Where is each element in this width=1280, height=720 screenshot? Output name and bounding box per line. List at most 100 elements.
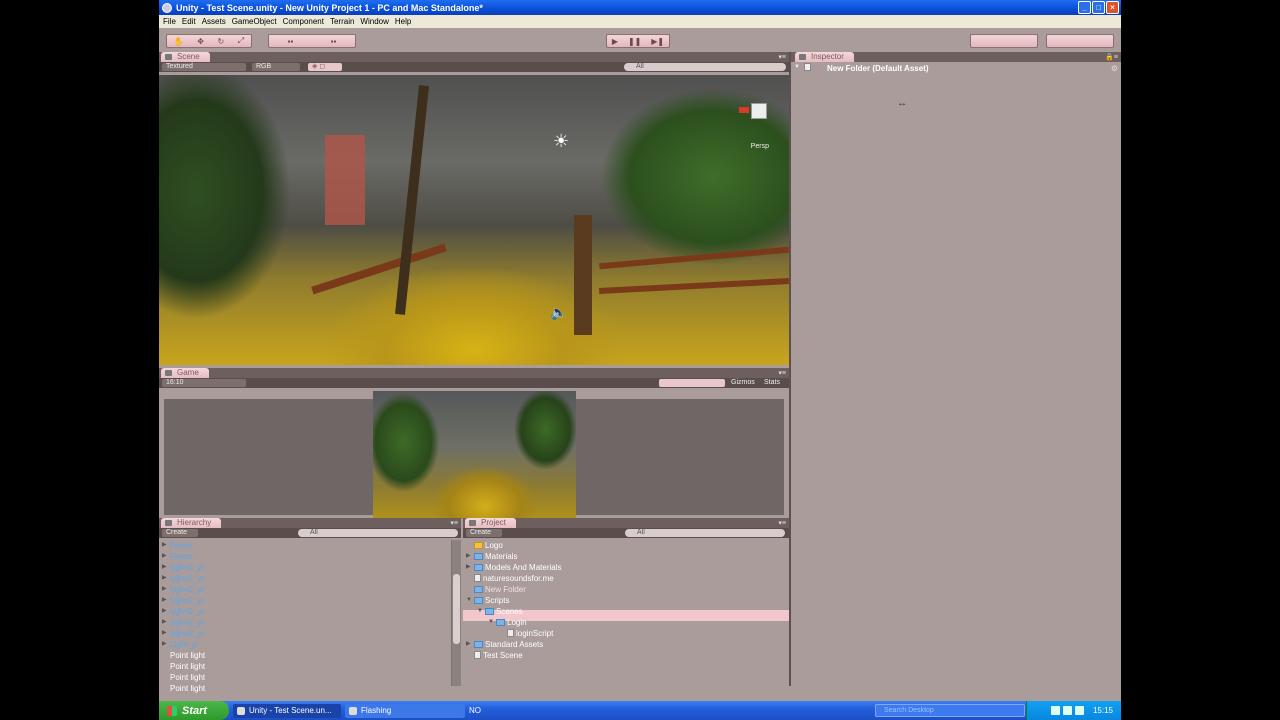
menu-edit[interactable]: Edit <box>182 17 196 26</box>
project-search-input[interactable]: All <box>625 529 785 537</box>
project-item[interactable]: loginScript <box>496 628 553 639</box>
projection-label[interactable]: Persp <box>751 143 769 150</box>
expand-arrow-icon[interactable]: ▶ <box>162 628 167 639</box>
desktop-search-input[interactable]: Search Desktop <box>875 704 1025 717</box>
render-mode-dropdown[interactable]: RGB <box>252 63 300 71</box>
project-item[interactable]: Logo <box>463 540 503 551</box>
expand-arrow-icon[interactable]: ▶ <box>466 562 471 573</box>
expand-arrow-icon[interactable]: ▶ <box>162 617 167 628</box>
expand-arrow-icon[interactable]: ▶ <box>162 573 167 584</box>
inspector-expand-icon[interactable]: ▼ <box>794 64 800 70</box>
scene-viewport[interactable]: ☀ 🔈 Persp <box>159 75 789 365</box>
project-item[interactable]: Test Scene <box>463 650 523 661</box>
inspector-lock-icon[interactable]: 🔒≡ <box>1105 53 1118 61</box>
tray-network-icon[interactable] <box>1050 706 1060 715</box>
step-icon[interactable]: ▶❚ <box>651 37 664 46</box>
hierarchy-scrollbar[interactable] <box>451 540 461 686</box>
project-item[interactable]: ▼ Login <box>485 617 527 628</box>
menu-assets[interactable]: Assets <box>202 17 226 26</box>
title-bar[interactable]: Unity - Test Scene.unity - New Unity Pro… <box>159 0 1121 15</box>
gizmo-x-axis-icon[interactable] <box>739 107 749 113</box>
expand-arrow-icon[interactable]: ▶ <box>162 551 167 562</box>
hierarchy-item[interactable]: Point light <box>159 672 205 683</box>
scene-panel-menu-icon[interactable]: ▾≡ <box>778 53 786 61</box>
menu-file[interactable]: File <box>163 17 176 26</box>
project-item[interactable]: New Folder <box>463 584 526 595</box>
menu-window[interactable]: Window <box>360 17 388 26</box>
language-indicator[interactable]: NO <box>469 706 481 715</box>
aspect-dropdown[interactable]: 16:10 <box>162 379 246 387</box>
gizmos-toggle[interactable]: Gizmos <box>731 379 755 386</box>
hierarchy-item[interactable]: ▶ Fence <box>159 551 192 562</box>
expand-arrow-icon[interactable]: ▶ <box>466 551 471 562</box>
menu-help[interactable]: Help <box>395 17 411 26</box>
menu-component[interactable]: Component <box>283 17 324 26</box>
hierarchy-item[interactable]: ▶ tyjjhn2_yr <box>159 562 204 573</box>
hierarchy-create-dropdown[interactable]: Create <box>162 529 198 537</box>
tab-hierarchy[interactable]: Hierarchy <box>161 518 222 528</box>
transform-tools[interactable]: ✋ ✥ ↻ ⤢ <box>166 34 252 48</box>
project-item[interactable]: ▼ Scripts <box>463 595 509 606</box>
hierarchy-item[interactable]: Point light <box>159 650 205 661</box>
menu-gameobject[interactable]: GameObject <box>232 17 277 26</box>
hierarchy-scroll-thumb[interactable] <box>453 574 460 644</box>
local-toggle[interactable]: ▪▪ <box>331 37 337 46</box>
hierarchy-item[interactable]: Point light <box>159 683 205 694</box>
taskbar-item-unity[interactable]: Unity - Test Scene.un... <box>233 703 341 718</box>
inspector-settings-gear-icon[interactable]: ⚙ <box>1111 64 1118 73</box>
menu-terrain[interactable]: Terrain <box>330 17 354 26</box>
minimize-button[interactable]: _ <box>1078 1 1091 14</box>
hierarchy-item[interactable]: ▶ tyjjhn2_yr <box>159 606 204 617</box>
project-item[interactable]: ▶ Standard Assets <box>463 639 543 650</box>
start-button[interactable]: Start <box>159 701 229 720</box>
expand-arrow-icon[interactable]: ▶ <box>162 606 167 617</box>
game-panel-menu-icon[interactable]: ▾≡ <box>778 369 786 377</box>
hierarchy-search-input[interactable]: All <box>298 529 458 537</box>
tab-project[interactable]: Project <box>465 518 516 528</box>
project-panel-menu-icon[interactable]: ▾≡ <box>778 519 786 527</box>
tab-game[interactable]: Game <box>161 368 209 378</box>
taskbar-item-flashing[interactable]: Flashing <box>345 703 465 718</box>
expand-arrow-icon[interactable]: ▼ <box>477 606 483 617</box>
hierarchy-item[interactable]: ▶ tyjjhn2_yr <box>159 617 204 628</box>
stats-toggle[interactable]: Stats <box>764 379 780 386</box>
hierarchy-item[interactable]: ▶ tyjjhn2_yr <box>159 573 204 584</box>
rotate-tool-icon[interactable]: ↻ <box>218 37 225 46</box>
project-item[interactable]: ▶ Materials <box>463 551 517 562</box>
layers-dropdown[interactable] <box>970 34 1038 48</box>
move-tool-icon[interactable]: ✥ <box>197 37 204 46</box>
pivot-toggle[interactable]: ▪▪ <box>288 37 294 46</box>
expand-arrow-icon[interactable]: ▶ <box>466 639 471 650</box>
expand-arrow-icon[interactable]: ▶ <box>162 540 167 551</box>
hierarchy-item[interactable]: Point light <box>159 661 205 672</box>
close-button[interactable]: × <box>1106 1 1119 14</box>
tray-volume-icon[interactable] <box>1062 706 1072 715</box>
scene-fx-toggle[interactable]: ◈ ◻ <box>308 63 342 71</box>
layout-dropdown[interactable] <box>1046 34 1114 48</box>
maximize-on-play-toggle[interactable] <box>659 379 725 387</box>
scene-gizmo-icon[interactable] <box>751 103 767 119</box>
maximize-button[interactable]: □ <box>1092 1 1105 14</box>
tray-security-icon[interactable] <box>1074 706 1084 715</box>
game-viewport[interactable] <box>373 391 576 519</box>
hierarchy-item[interactable]: ▶ Light_yr <box>159 639 198 650</box>
hierarchy-item[interactable]: ▶ tyjjhn2_yr <box>159 628 204 639</box>
hierarchy-item[interactable]: ▶ tyjjhn2_yr <box>159 584 204 595</box>
expand-arrow-icon[interactable]: ▶ <box>162 584 167 595</box>
expand-arrow-icon[interactable]: ▶ <box>162 562 167 573</box>
tab-inspector[interactable]: Inspector <box>795 52 854 62</box>
tab-scene[interactable]: Scene <box>161 52 210 62</box>
hierarchy-item[interactable]: ▶ Fence <box>159 540 192 551</box>
hand-tool-icon[interactable]: ✋ <box>174 37 184 46</box>
hierarchy-panel-menu-icon[interactable]: ▾≡ <box>450 519 458 527</box>
scale-tool-icon[interactable]: ⤢ <box>238 36 244 46</box>
pivot-toggles[interactable]: ▪▪ ▪▪ <box>268 34 356 48</box>
project-create-dropdown[interactable]: Create <box>466 529 502 537</box>
project-item[interactable]: naturesoundsfor.me <box>463 573 554 584</box>
play-icon[interactable]: ▶ <box>612 37 618 46</box>
project-item[interactable]: ▶ Models And Materials <box>463 562 561 573</box>
expand-arrow-icon[interactable]: ▼ <box>466 595 472 606</box>
expand-arrow-icon[interactable]: ▶ <box>162 595 167 606</box>
draw-mode-dropdown[interactable]: Textured <box>162 63 246 71</box>
pause-icon[interactable]: ❚❚ <box>628 37 641 46</box>
